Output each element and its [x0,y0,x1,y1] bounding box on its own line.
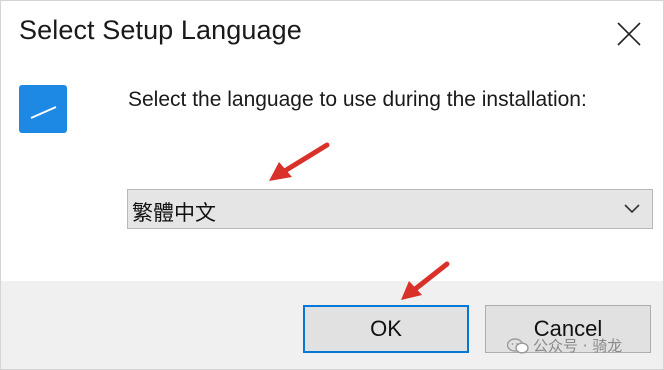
cancel-button[interactable]: Cancel [485,305,651,353]
chevron-down-icon [624,204,640,214]
setup-app-icon [19,85,67,133]
setup-language-dialog: Select Setup Language Select the languag… [0,0,664,370]
language-prompt: Select the language to use during the in… [128,88,587,111]
close-button[interactable] [595,1,663,67]
dialog-title: Select Setup Language [19,15,302,45]
ok-button[interactable]: OK [303,305,469,353]
language-select[interactable]: 繁體中文 [127,189,653,229]
language-select-value: 繁體中文 [132,201,216,225]
title-bar: Select Setup Language [1,1,663,69]
red-arrow-icon [269,142,330,181]
close-icon [617,22,641,46]
